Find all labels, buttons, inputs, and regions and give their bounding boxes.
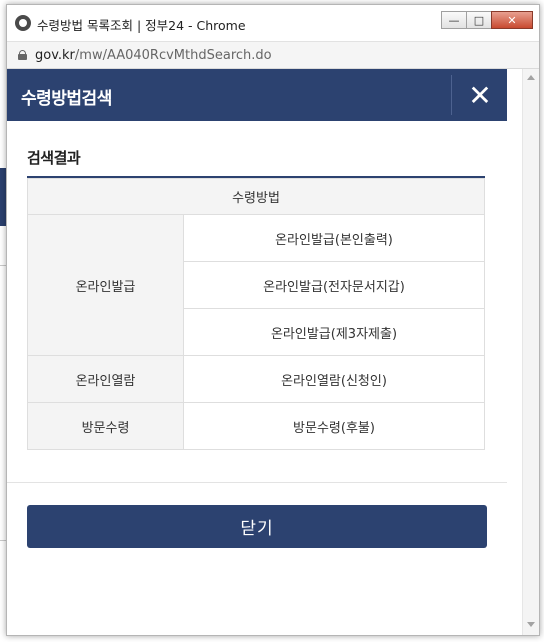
restore-button[interactable]: □	[466, 11, 492, 29]
url-host: gov.kr	[35, 48, 75, 63]
lock-icon	[18, 50, 27, 60]
table-row: 온라인발급 온라인발급(본인출력)	[27, 214, 485, 356]
section-title: 검색결과	[27, 149, 81, 167]
url-path: /mw/AA040RcvMthdSearch.do	[74, 48, 272, 63]
category-cell: 방문수령	[27, 402, 184, 450]
item-cell: 온라인발급(본인출력)	[183, 214, 485, 262]
window-controls: — □ ✕	[441, 11, 533, 29]
scroll-up-arrow-icon[interactable]	[527, 75, 535, 80]
item-cell: 방문수령(후불)	[183, 402, 485, 450]
url-text[interactable]: gov.kr/mw/AA040RcvMthdSearch.do	[35, 48, 272, 63]
browser-popup-window: 수령방법 목록조회 | 정부24 - Chrome — □ ✕ gov.kr/m…	[6, 4, 540, 636]
table-row: 온라인열람 온라인열람(신청인)	[27, 355, 485, 403]
dialog-title: 수령방법검색	[21, 89, 112, 109]
dialog-body-divider	[7, 482, 507, 483]
item-cell: 온라인발급(제3자제출)	[183, 308, 485, 356]
page-viewport: 수령방법검색 ✕ 검색결과 수령방법 온라인발급 온라인발급(본인출력) 온라인…	[7, 69, 539, 635]
header-divider	[451, 75, 452, 115]
window-close-button[interactable]: ✕	[491, 11, 533, 29]
category-cell: 온라인발급	[27, 214, 184, 356]
dialog-header: 수령방법검색 ✕	[7, 69, 507, 121]
window-title: 수령방법 목록조회 | 정부24 - Chrome	[37, 18, 246, 33]
category-cell: 온라인열람	[27, 355, 184, 403]
window-titlebar: 수령방법 목록조회 | 정부24 - Chrome — □ ✕	[7, 5, 539, 41]
vertical-scrollbar[interactable]	[522, 69, 539, 635]
scroll-down-arrow-icon[interactable]	[527, 622, 535, 627]
close-button[interactable]: 닫기	[27, 505, 487, 548]
result-table: 수령방법 온라인발급 온라인발급(본인출력) 온라인발급(전자문서지갑) 온라인…	[27, 178, 485, 450]
close-icon[interactable]: ✕	[453, 69, 507, 121]
chrome-logo-icon	[15, 15, 31, 31]
minimize-button[interactable]: —	[441, 11, 467, 29]
item-cell: 온라인열람(신청인)	[183, 355, 485, 403]
item-cell: 온라인발급(전자문서지갑)	[183, 261, 485, 309]
address-bar[interactable]: gov.kr/mw/AA040RcvMthdSearch.do	[7, 41, 539, 69]
table-row: 방문수령 방문수령(후불)	[27, 402, 485, 450]
table-column-header: 수령방법	[27, 178, 485, 215]
dialog-body: 검색결과 수령방법 온라인발급 온라인발급(본인출력) 온라인발급(전자문서지갑…	[7, 121, 507, 481]
